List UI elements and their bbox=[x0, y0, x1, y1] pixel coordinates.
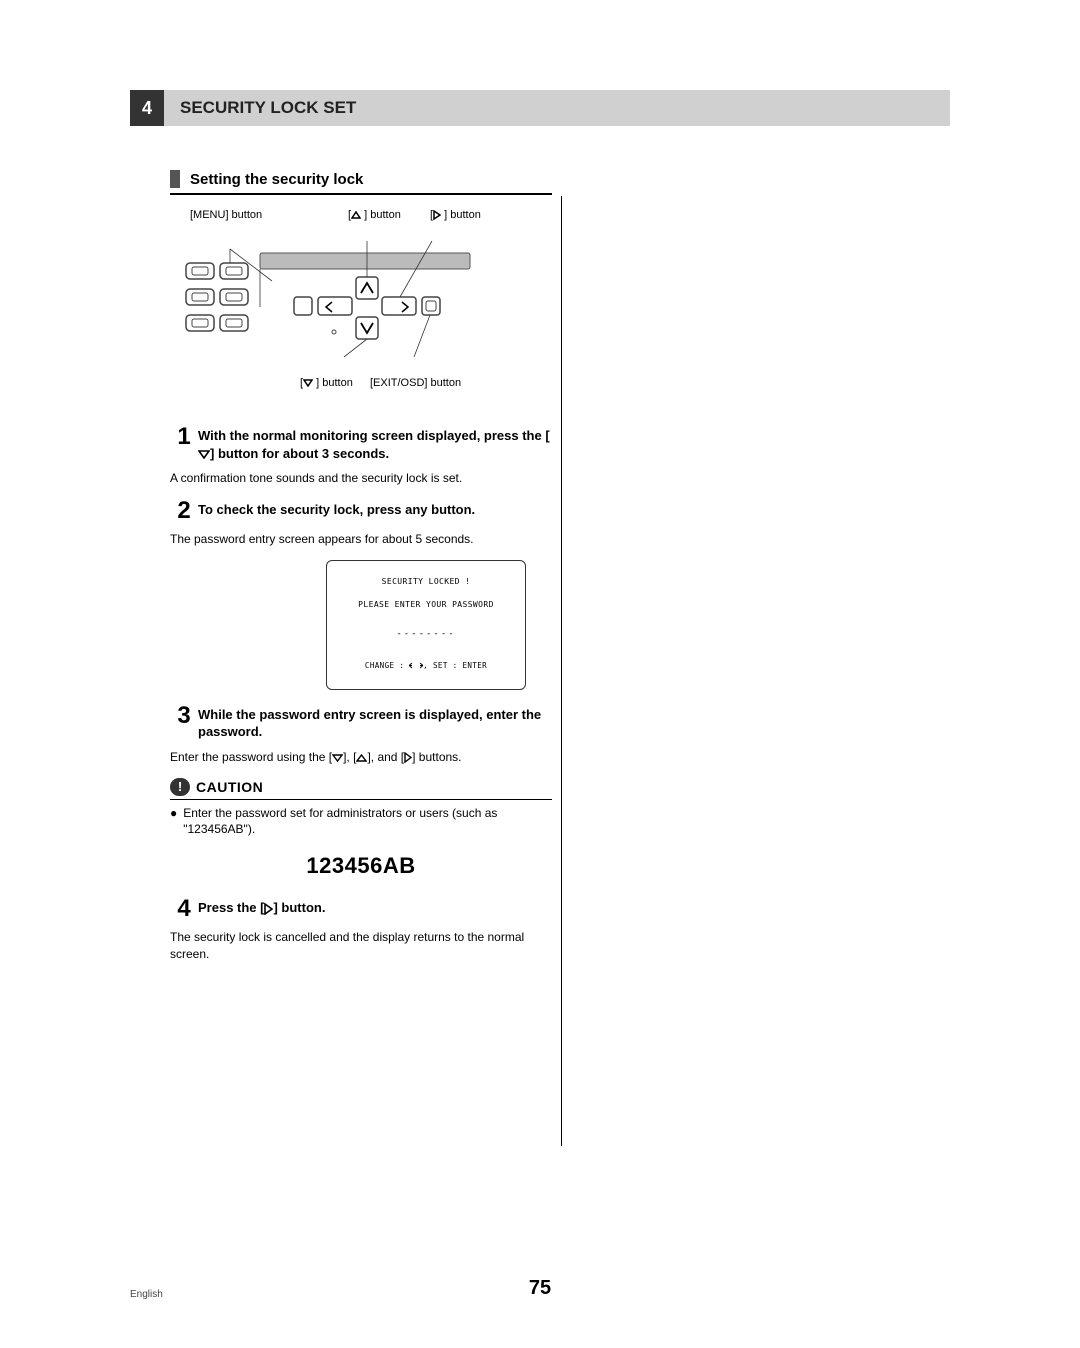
step-2: 2 To check the security lock, press any … bbox=[170, 499, 552, 523]
diagram-label-down: [ ] button bbox=[300, 377, 353, 389]
screen-line: -------- bbox=[396, 629, 455, 639]
up-arrow-icon bbox=[356, 754, 367, 762]
step-body: A confirmation tone sounds and the secur… bbox=[170, 470, 552, 487]
diagram-label-menu: [MENU] button bbox=[190, 209, 262, 221]
screen-line: CHANGE : , SET : ENTER bbox=[365, 661, 487, 670]
screen-line: SECURITY LOCKED ! bbox=[382, 577, 471, 586]
footer-language: English bbox=[130, 1289, 163, 1300]
password-example: 123456AB bbox=[170, 853, 552, 879]
section-title: Setting the security lock bbox=[190, 171, 363, 188]
step-heading: With the normal monitoring screen displa… bbox=[198, 425, 552, 462]
chapter-number: 4 bbox=[130, 90, 164, 126]
column-divider bbox=[561, 196, 562, 1146]
page-footer: English 75 bbox=[130, 1289, 950, 1300]
step-body: Enter the password using the [], [], and… bbox=[170, 749, 552, 766]
device-diagram: [MENU] button [ ] button [ ] button bbox=[170, 209, 552, 409]
section-marker bbox=[170, 170, 180, 188]
bullet-dot: ● bbox=[170, 805, 177, 837]
screen-line: PLEASE ENTER YOUR PASSWORD bbox=[358, 600, 494, 609]
down-arrow-icon bbox=[303, 379, 313, 387]
step-3: 3 While the password entry screen is dis… bbox=[170, 704, 552, 741]
content-column: Setting the security lock [MENU] button … bbox=[170, 170, 552, 963]
up-arrow-icon bbox=[351, 211, 361, 219]
caution-text: Enter the password set for administrator… bbox=[183, 805, 552, 837]
device-illustration bbox=[184, 237, 474, 357]
caution-bullet: ● Enter the password set for administrat… bbox=[170, 805, 552, 837]
right-arrow-icon bbox=[433, 210, 441, 220]
down-arrow-icon bbox=[332, 754, 343, 762]
step-1: 1 With the normal monitoring screen disp… bbox=[170, 425, 552, 462]
step-4: 4 Press the [] button. bbox=[170, 897, 552, 921]
step-number: 1 bbox=[170, 425, 198, 462]
diagram-label-exit: [EXIT/OSD] button bbox=[370, 377, 461, 389]
step-heading: To check the security lock, press any bu… bbox=[198, 499, 475, 523]
down-arrow-icon bbox=[198, 450, 210, 459]
document-page: 4 SECURITY LOCK SET Setting the security… bbox=[0, 0, 1080, 1348]
step-body: The password entry screen appears for ab… bbox=[170, 531, 552, 548]
section-header: Setting the security lock bbox=[170, 170, 552, 195]
right-arrow-icon bbox=[404, 752, 412, 763]
caution-header: ! CAUTION bbox=[170, 778, 552, 800]
diagram-label-up: [ ] button bbox=[348, 209, 401, 221]
page-number: 75 bbox=[529, 1277, 551, 1300]
caution-block: ! CAUTION ● Enter the password set for a… bbox=[170, 778, 552, 837]
step-number: 2 bbox=[170, 499, 198, 523]
diagram-label-right: [ ] button bbox=[430, 209, 481, 221]
chapter-title: SECURITY LOCK SET bbox=[164, 90, 356, 126]
chapter-header: 4 SECURITY LOCK SET bbox=[130, 90, 950, 126]
caution-icon: ! bbox=[170, 778, 190, 796]
caution-title: CAUTION bbox=[196, 779, 263, 795]
password-screen-illustration: SECURITY LOCKED ! PLEASE ENTER YOUR PASS… bbox=[326, 560, 526, 690]
left-right-arrow-icon bbox=[409, 662, 423, 669]
step-heading: While the password entry screen is displ… bbox=[198, 704, 552, 741]
step-body: The security lock is cancelled and the d… bbox=[170, 929, 552, 963]
step-number: 3 bbox=[170, 704, 198, 741]
step-heading: Press the [] button. bbox=[198, 897, 325, 921]
step-number: 4 bbox=[170, 897, 198, 921]
